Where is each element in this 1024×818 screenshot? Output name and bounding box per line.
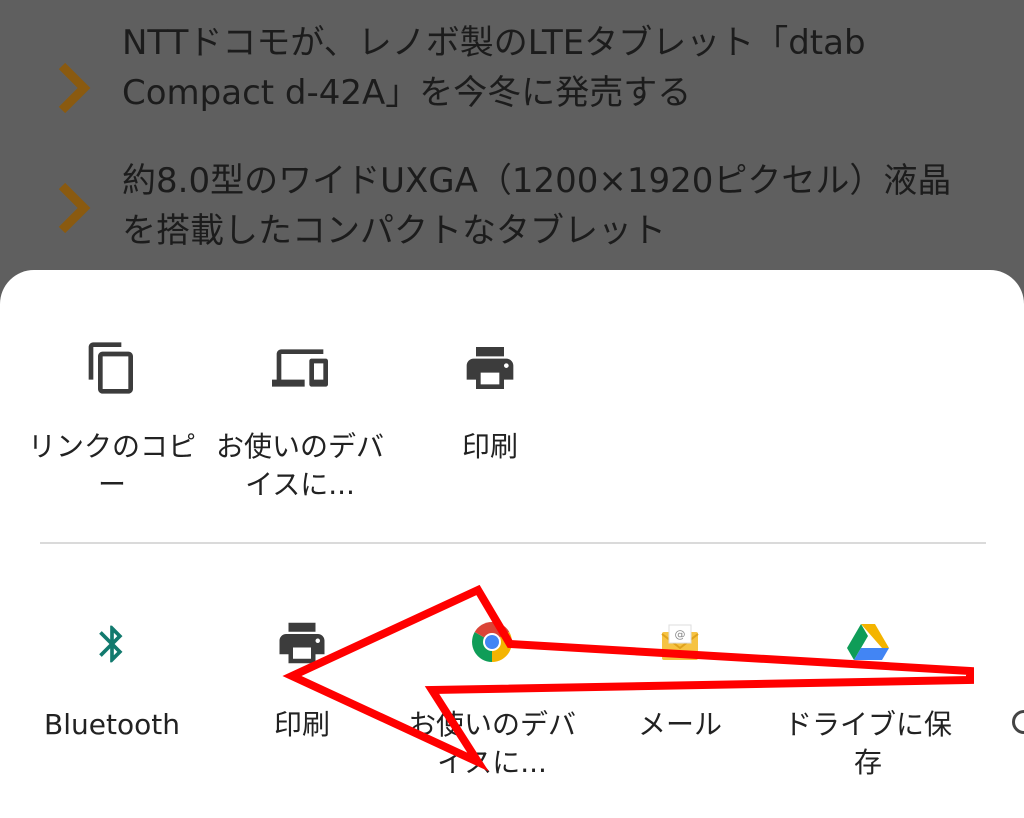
- send-to-device-action[interactable]: お使いのデバイスに...: [210, 340, 390, 510]
- chrome-send-label: お使いのデバイスに...: [407, 708, 576, 779]
- article-bullet-text: 約8.0型のワイドUXGA（1200×1920ピクセル）液晶を搭載したコンパクト…: [122, 161, 952, 251]
- send-to-device-label: お使いのデバイスに...: [215, 430, 384, 501]
- partial-app-icon: [1012, 710, 1024, 734]
- share-app-bluetooth[interactable]: Bluetooth: [22, 622, 202, 782]
- background-article-list: NTTドコモが、レノボ製のLTEタブレット「dtab Compact d-42A…: [0, 0, 1024, 270]
- print-icon: [466, 347, 514, 389]
- drive-save-label: ドライブに保存: [783, 708, 952, 779]
- copy-link-label: リンクのコピー: [27, 430, 196, 501]
- print-action[interactable]: 印刷: [400, 340, 580, 510]
- next-app-partial[interactable]: [1012, 710, 1024, 740]
- bluetooth-icon: [99, 625, 123, 663]
- bluetooth-label: Bluetooth: [44, 708, 180, 741]
- section-divider: [40, 542, 986, 544]
- article-bullet-text: NTTドコモが、レノボ製のLTEタブレット「dtab Compact d-42A…: [122, 23, 866, 113]
- print-label: 印刷: [461, 430, 518, 463]
- google-drive-icon: [847, 624, 889, 660]
- mail-label: メール: [637, 708, 722, 741]
- share-sheet: リンクのコピー お使いのデバイスに... 印刷 Bluetooth 印刷 お使い…: [0, 270, 1024, 818]
- chevron-right-icon: [58, 62, 91, 114]
- share-app-chrome-send-to-device[interactable]: お使いのデバイスに...: [402, 620, 582, 790]
- copy-icon: [88, 342, 133, 394]
- share-app-print[interactable]: 印刷: [212, 616, 392, 776]
- share-app-mail[interactable]: @ メール: [590, 622, 770, 782]
- devices-icon: [272, 349, 328, 387]
- svg-text:@: @: [675, 628, 686, 641]
- chrome-icon: [472, 622, 512, 662]
- copy-link-action[interactable]: リンクのコピー: [22, 340, 202, 510]
- print-icon: [279, 622, 325, 664]
- chevron-right-icon: [58, 182, 91, 234]
- print-app-label: 印刷: [273, 708, 330, 741]
- share-app-google-drive[interactable]: ドライブに保存: [778, 622, 958, 792]
- mail-icon: @: [661, 624, 699, 660]
